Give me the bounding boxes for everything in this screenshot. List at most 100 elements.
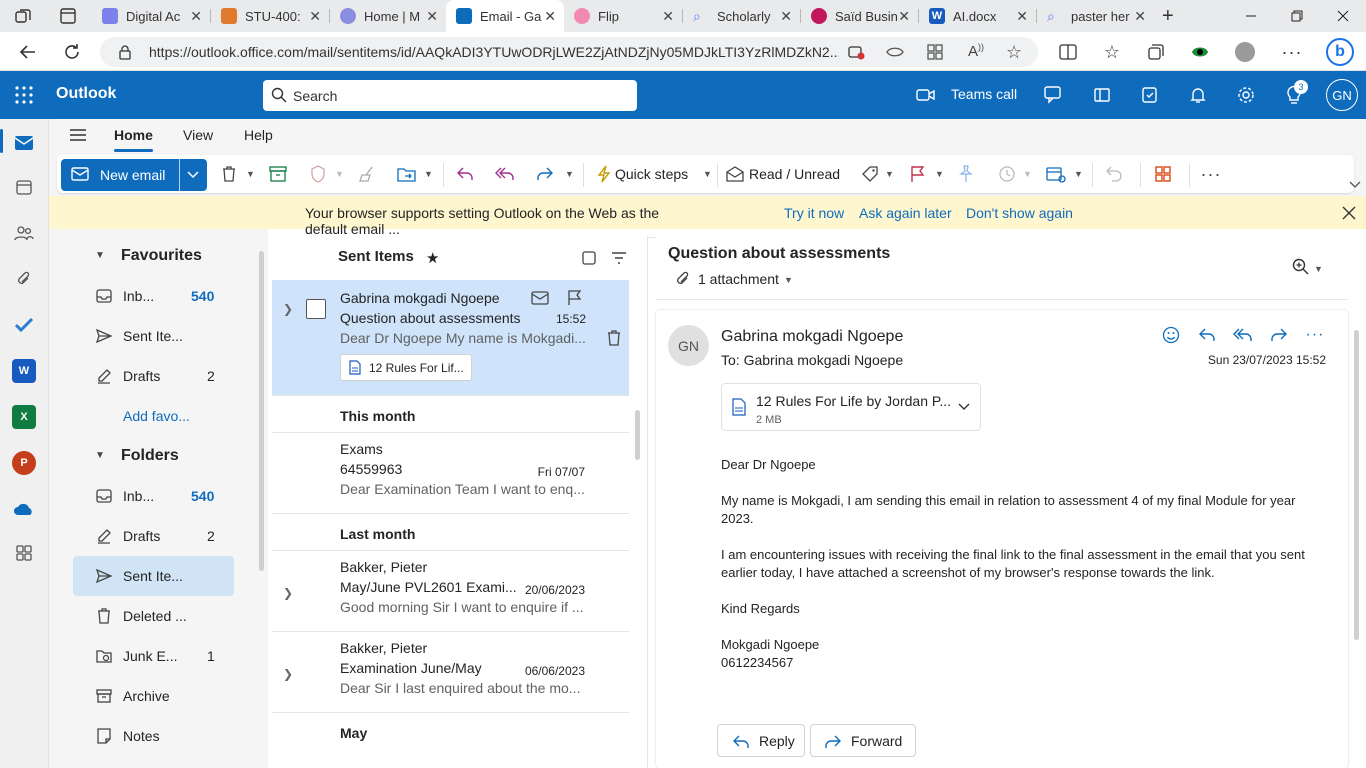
reply-icon[interactable]: [1196, 324, 1218, 346]
profile-avatar[interactable]: [1233, 40, 1257, 64]
select-checkbox[interactable]: [306, 299, 326, 319]
camera-blocked-icon[interactable]: [848, 44, 866, 60]
sender-avatar[interactable]: GN: [668, 325, 709, 366]
close-window-icon[interactable]: [1320, 0, 1366, 32]
todo-icon[interactable]: [12, 313, 36, 337]
chevron-down-icon[interactable]: ▼: [424, 169, 433, 179]
archive-icon[interactable]: [268, 164, 288, 184]
my-day-icon[interactable]: [1138, 83, 1162, 107]
more-actions-icon[interactable]: ···: [1304, 324, 1326, 346]
mark-unread-icon[interactable]: [531, 291, 549, 305]
new-email-button[interactable]: New email: [61, 159, 207, 191]
folder-junk-email[interactable]: Junk E... 1: [73, 636, 234, 676]
list-title[interactable]: Sent Items: [338, 248, 414, 265]
app-brand[interactable]: Outlook: [56, 85, 116, 103]
undo-icon[interactable]: [1104, 164, 1124, 184]
browser-tab[interactable]: STU-400: ✕: [211, 0, 329, 32]
try-it-now-link[interactable]: Try it now: [784, 205, 844, 221]
close-tab-icon[interactable]: ✕: [190, 8, 202, 25]
report-shield-icon[interactable]: [308, 164, 328, 184]
browser-tab[interactable]: Flip ✕: [564, 0, 682, 32]
chevron-right-icon[interactable]: ❯: [283, 586, 293, 600]
chevron-down-icon[interactable]: ▼: [935, 169, 944, 179]
chevron-down-icon[interactable]: ▼: [1074, 169, 1083, 179]
pin-icon[interactable]: [956, 164, 976, 184]
favourite-sent-items[interactable]: Sent Ite...: [73, 316, 234, 356]
forward-icon[interactable]: [535, 164, 555, 184]
close-icon[interactable]: [1342, 206, 1356, 220]
chevron-down-icon[interactable]: ▼: [784, 275, 793, 285]
settings-gear-icon[interactable]: [1234, 83, 1258, 107]
powerpoint-icon[interactable]: P: [12, 451, 36, 475]
browser-tab[interactable]: W AI.docx ✕: [919, 0, 1036, 32]
delete-icon[interactable]: [219, 164, 239, 184]
forward-icon[interactable]: [1268, 324, 1290, 346]
word-icon[interactable]: W: [12, 359, 36, 383]
close-tab-icon[interactable]: ✕: [780, 8, 792, 25]
chevron-down-icon[interactable]: ▼: [885, 169, 894, 179]
folder-drafts[interactable]: Drafts 2: [73, 516, 234, 556]
app-launcher-icon[interactable]: [15, 86, 33, 104]
tab-view[interactable]: View: [183, 127, 213, 143]
close-tab-icon[interactable]: ✕: [309, 8, 321, 25]
flag-icon[interactable]: [567, 290, 583, 306]
folder-notes[interactable]: Notes: [73, 716, 234, 756]
url-text[interactable]: https://outlook.office.com/mail/sentitem…: [149, 44, 839, 60]
chat-icon[interactable]: [1042, 83, 1066, 107]
teams-call-icon[interactable]: [914, 83, 938, 107]
emoji-reaction-icon[interactable]: [1160, 324, 1182, 346]
expand-ribbon-icon[interactable]: [1349, 181, 1361, 189]
snooze-clock-icon[interactable]: [997, 164, 1017, 184]
chevron-down-icon[interactable]: ▼: [1023, 169, 1032, 179]
search-box[interactable]: Search: [263, 80, 637, 111]
read-unread-button[interactable]: Read / Unread: [749, 166, 840, 182]
delete-icon[interactable]: [607, 330, 621, 346]
url-field[interactable]: https://outlook.office.com/mail/sentitem…: [100, 37, 1038, 67]
tab-help[interactable]: Help: [244, 127, 273, 143]
more-options-icon[interactable]: ···: [1201, 164, 1221, 184]
extension-icon[interactable]: [1188, 40, 1212, 64]
message-row[interactable]: ❯ Bakker, Pieter Examination June/May 06…: [272, 632, 629, 713]
favorites-icon[interactable]: ☆: [1100, 40, 1124, 64]
back-icon[interactable]: [16, 40, 40, 64]
onedrive-icon[interactable]: [12, 497, 36, 521]
split-screen-icon[interactable]: [1056, 40, 1080, 64]
message-row[interactable]: Exams 64559963 Fri 07/07 Dear Examinatio…: [272, 433, 629, 514]
message-row[interactable]: ❯ Bakker, Pieter May/June PVL2601 Exami.…: [272, 551, 629, 632]
quick-steps-bolt-icon[interactable]: [594, 164, 614, 184]
attachment-chip[interactable]: 12 Rules For Lif...: [340, 354, 472, 381]
folders-header[interactable]: Folders: [121, 447, 179, 465]
chevron-down-icon[interactable]: ▼: [565, 169, 574, 179]
tab-home[interactable]: Home: [114, 127, 153, 143]
browser-tab[interactable]: Saïd Busin ✕: [801, 0, 918, 32]
more-apps-icon[interactable]: [12, 541, 36, 565]
read-aloud-icon[interactable]: A)): [968, 42, 984, 60]
close-tab-icon[interactable]: ✕: [544, 8, 556, 25]
browser-tab[interactable]: Digital Ac ✕: [92, 0, 210, 32]
chevron-down-icon[interactable]: ▼: [1314, 264, 1323, 274]
folder-inbox[interactable]: Inb... 540: [73, 476, 234, 516]
bell-icon[interactable]: [1186, 83, 1210, 107]
chevron-right-icon[interactable]: ❯: [283, 667, 293, 681]
folder-deleted-items[interactable]: Deleted ...: [73, 596, 234, 636]
chevron-down-icon[interactable]: ▼: [335, 169, 344, 179]
dont-show-again-link[interactable]: Don't show again: [966, 205, 1073, 221]
filter-icon[interactable]: [611, 251, 627, 265]
selected-message-row[interactable]: ❯ Gabrina mokgadi Ngoepe Question about …: [272, 280, 629, 396]
rules-icon[interactable]: [1046, 164, 1066, 184]
chevron-down-icon[interactable]: ▼: [95, 450, 105, 461]
add-favourite-link[interactable]: Add favo...: [73, 396, 234, 436]
apps-icon[interactable]: [1153, 164, 1173, 184]
hamburger-menu-icon[interactable]: [69, 128, 87, 142]
close-tab-icon[interactable]: ✕: [1134, 8, 1146, 25]
chevron-down-icon[interactable]: ▼: [246, 169, 255, 179]
folder-archive[interactable]: Archive: [73, 676, 234, 716]
minimize-icon[interactable]: [1228, 0, 1274, 32]
apps-available-icon[interactable]: [926, 43, 944, 61]
browser-tab[interactable]: Home | M ✕: [330, 0, 446, 32]
favourite-inbox[interactable]: Inb... 540: [73, 276, 234, 316]
mail-icon[interactable]: [12, 131, 36, 155]
restore-icon[interactable]: [1274, 0, 1320, 32]
chevron-down-icon[interactable]: [958, 403, 970, 411]
favourite-drafts[interactable]: Drafts 2: [73, 356, 234, 396]
